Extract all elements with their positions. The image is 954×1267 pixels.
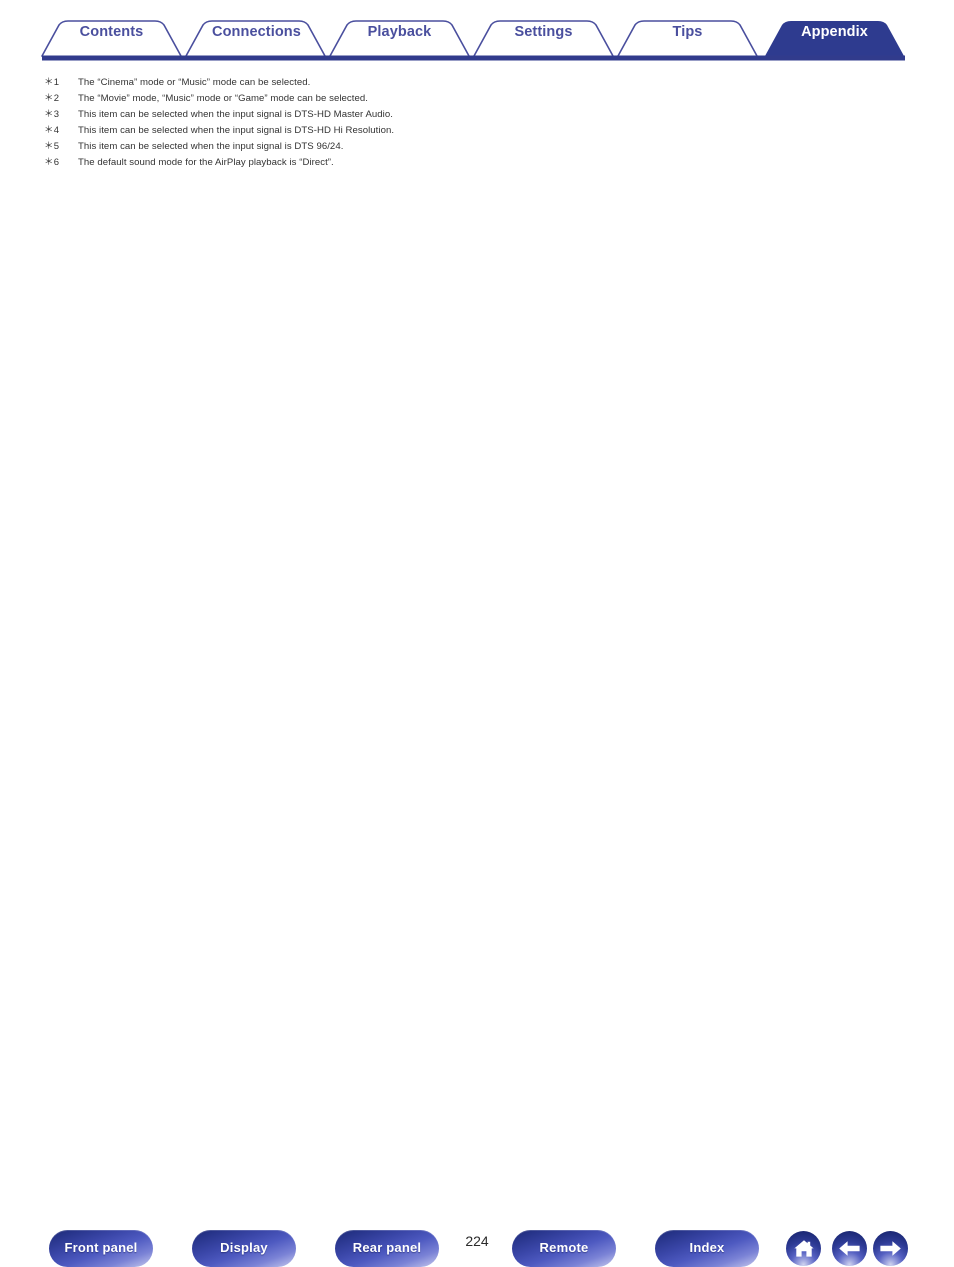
footnote-item: ＊6 The default sound mode for the AirPla… <box>44 154 744 170</box>
home-icon <box>793 1240 814 1257</box>
footnote-text: This item can be selected when the input… <box>78 125 395 136</box>
remote-button-label: Remote <box>539 1239 589 1255</box>
footnote-marker: ＊4 <box>44 125 60 136</box>
previous-page-button[interactable] <box>832 1231 867 1266</box>
footnote-list: ＊1 The “Cinema” mode or “Music” mode can… <box>44 74 744 170</box>
footnote-item: ＊3 This item can be selected when the in… <box>44 106 744 122</box>
remote-button[interactable]: Remote <box>512 1230 616 1267</box>
tab-settings-label[interactable]: Settings <box>500 25 587 40</box>
tab-bar: Contents Connections Playback Settings T… <box>0 0 954 64</box>
footnote-item: ＊4 This item can be selected when the in… <box>44 122 744 138</box>
footnote-marker: ＊2 <box>44 93 60 104</box>
index-button-label: Index <box>689 1239 725 1255</box>
footnote-text: The “Movie” mode, “Music” mode or “Game”… <box>78 93 368 104</box>
footnote-text: The “Cinema” mode or “Music” mode can be… <box>78 77 311 88</box>
footer-navigation-bar: Front panel Display Rear panel 224 Remot… <box>0 612 954 1267</box>
tab-bar-bottom-border <box>42 55 905 61</box>
tab-connections-label[interactable]: Connections <box>212 25 301 40</box>
next-page-button[interactable] <box>873 1231 908 1266</box>
footnote-item: ＊1 The “Cinema” mode or “Music” mode can… <box>44 74 744 90</box>
tab-playback-label[interactable]: Playback <box>356 25 443 40</box>
page-number: 224 <box>465 1233 489 1249</box>
display-button-label: Display <box>220 1239 268 1255</box>
home-button[interactable] <box>786 1231 821 1266</box>
index-button[interactable]: Index <box>655 1230 759 1267</box>
footnote-text: This item can be selected when the input… <box>78 109 393 120</box>
footnote-text: This item can be selected when the input… <box>78 141 344 152</box>
arrow-right-icon <box>880 1241 901 1256</box>
tab-tips-label[interactable]: Tips <box>644 25 731 40</box>
footnote-marker: ＊1 <box>44 77 60 88</box>
front-panel-button[interactable]: Front panel <box>49 1230 153 1267</box>
tab-contents-label[interactable]: Contents <box>68 25 155 40</box>
footnote-text: The default sound mode for the AirPlay p… <box>78 157 334 168</box>
rear-panel-button[interactable]: Rear panel <box>335 1230 439 1267</box>
tab-appendix-label[interactable]: Appendix <box>791 25 878 40</box>
front-panel-button-label: Front panel <box>64 1239 138 1255</box>
footnote-item: ＊5 This item can be selected when the in… <box>44 138 744 154</box>
footnote-marker: ＊5 <box>44 141 60 152</box>
rear-panel-button-label: Rear panel <box>352 1239 422 1255</box>
display-button[interactable]: Display <box>192 1230 296 1267</box>
footnote-item: ＊2 The “Movie” mode, “Music” mode or “Ga… <box>44 90 744 106</box>
footnote-marker: ＊6 <box>44 157 60 168</box>
arrow-left-icon <box>839 1241 860 1256</box>
footnote-marker: ＊3 <box>44 109 60 120</box>
